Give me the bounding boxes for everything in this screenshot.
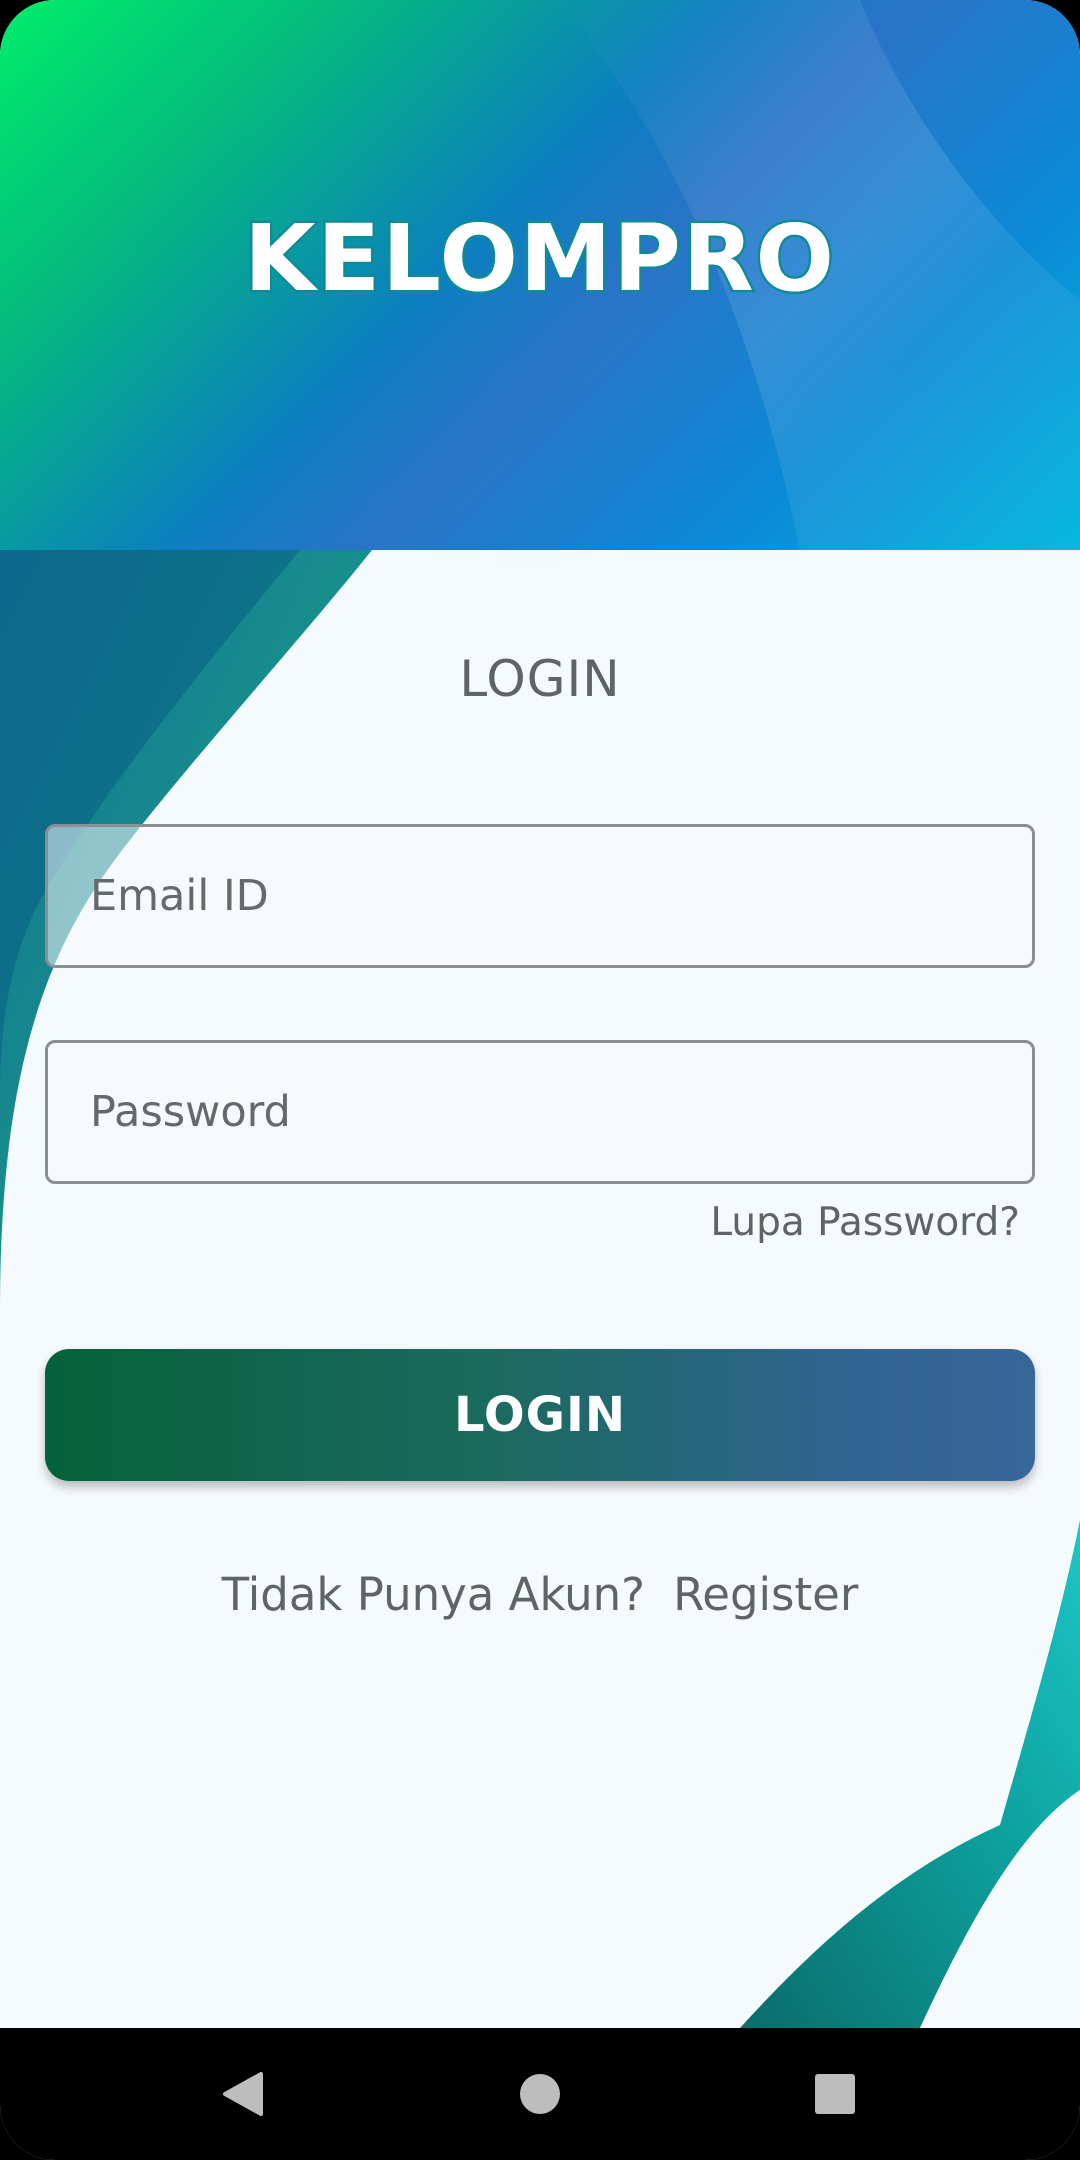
recent-square-icon (815, 2074, 855, 2114)
login-screen: KELOMPRO LOGIN Lupa Password? LOGIN Tida… (0, 0, 1080, 2160)
back-triangle-icon (223, 2072, 263, 2116)
login-title: LOGIN (459, 650, 621, 708)
forgot-password-link[interactable]: Lupa Password? (710, 1200, 1020, 1245)
no-account-label: Tidak Punya Akun? (221, 1568, 646, 1621)
login-button[interactable]: LOGIN (45, 1349, 1035, 1481)
nav-recent-button[interactable] (765, 2028, 905, 2160)
register-link[interactable]: Register (673, 1568, 858, 1621)
app-logo: KELOMPRO (242, 203, 837, 315)
header-banner: KELOMPRO (0, 0, 1080, 550)
register-row: Tidak Punya Akun? Register (0, 1568, 1080, 1621)
system-navigation-bar (0, 2028, 1080, 2160)
nav-home-button[interactable] (470, 2028, 610, 2160)
password-field[interactable] (45, 1040, 1035, 1184)
home-circle-icon (520, 2074, 560, 2114)
email-field[interactable] (45, 824, 1035, 968)
nav-back-button[interactable] (173, 2028, 313, 2160)
